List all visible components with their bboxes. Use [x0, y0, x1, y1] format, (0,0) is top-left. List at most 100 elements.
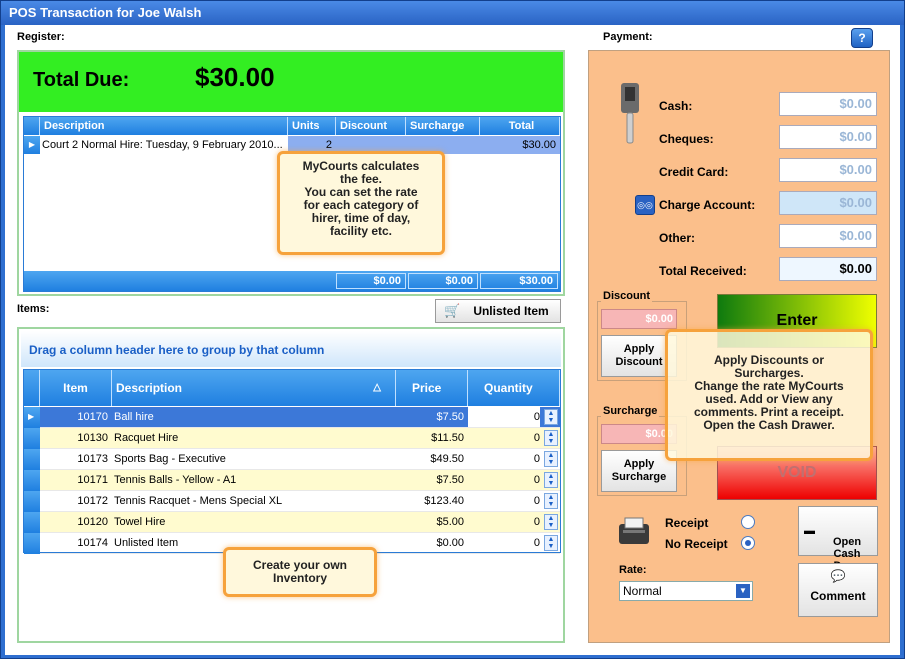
col-price[interactable]: Price [396, 370, 468, 406]
item-price: $123.40 [424, 495, 464, 507]
discount-amount-field[interactable]: $0.00 [601, 309, 677, 329]
unlisted-item-button[interactable]: 🛒 Unlisted Item [435, 299, 561, 323]
item-description: Racquet Hire [114, 432, 179, 444]
quantity-stepper[interactable]: ▲ ▼ [544, 514, 558, 530]
cheques-label: Cheques: [659, 132, 714, 146]
rate-label: Rate: [619, 564, 647, 576]
register-footer: $0.00 $0.00 $30.00 [24, 271, 560, 291]
comment-button[interactable]: 💬 Comment [798, 563, 878, 617]
table-row[interactable]: 10172 Tennis Racquet - Mens Special XL $… [24, 491, 560, 512]
sort-ascending-icon: △ [373, 382, 381, 393]
table-row[interactable]: 10171 Tennis Balls - Yellow - A1 $7.50 0… [24, 470, 560, 491]
item-description: Tennis Racquet - Mens Special XL [114, 495, 283, 507]
client-area: Register: Total Due: $30.00 Description … [5, 25, 900, 655]
binoculars-icon[interactable]: ◎◎ [635, 195, 655, 215]
item-price: $49.50 [430, 453, 464, 465]
item-code: 10120 [77, 516, 108, 528]
quantity-stepper[interactable]: ▲ ▼ [544, 430, 558, 446]
receipt-label: Receipt [665, 516, 709, 530]
item-quantity[interactable]: 0 [468, 470, 540, 490]
discounts-callout: Apply Discounts or Surcharges. Change th… [665, 329, 873, 461]
item-quantity[interactable]: 0 [468, 491, 540, 511]
table-row[interactable]: 10130 Racquet Hire $11.50 0 ▲ ▼ [24, 428, 560, 449]
total-due-label: Total Due: [33, 69, 130, 91]
col-total[interactable]: Total [480, 117, 560, 135]
card-reader-icon [617, 81, 643, 145]
surcharge-group-label: Surcharge [601, 405, 660, 417]
col-units[interactable]: Units [288, 117, 336, 135]
open-cash-draw-button[interactable]: ▬ Open Cash Draw [798, 506, 878, 572]
item-price: $5.00 [436, 516, 464, 528]
item-code: 10170 [77, 411, 108, 423]
group-by-bar[interactable]: Drag a column header here to group by th… [21, 331, 561, 367]
other-field[interactable]: $0.00 [779, 224, 877, 248]
charge-account-field[interactable]: $0.00 [779, 191, 877, 215]
item-quantity[interactable]: 0 [468, 512, 540, 532]
item-code: 10171 [77, 474, 108, 486]
row-description: Court 2 Normal Hire: Tuesday, 9 February… [42, 139, 283, 151]
item-description: Ball hire [114, 411, 154, 423]
receipt-radio[interactable] [741, 515, 755, 529]
rate-select[interactable]: Normal ▼ [619, 581, 753, 601]
charge-account-label: Charge Account: [659, 198, 756, 212]
quantity-stepper[interactable]: ▲ ▼ [544, 493, 558, 509]
unlisted-item-label: Unlisted Item [473, 304, 549, 318]
row-selector [24, 491, 40, 512]
row-pointer-icon: ▶ [24, 136, 40, 154]
rate-select-value: Normal [623, 584, 662, 598]
col-discount[interactable]: Discount [336, 117, 406, 135]
quantity-stepper[interactable]: ▲ ▼ [544, 451, 558, 467]
table-row[interactable]: ▶ 10170 Ball hire $7.50 0 ▲ ▼ [24, 407, 560, 428]
item-description: Tennis Balls - Yellow - A1 [114, 474, 237, 486]
pos-window: POS Transaction for Joe Walsh Register: … [0, 0, 905, 659]
col-description[interactable]: Description △ [112, 370, 396, 406]
items-label: Items: [17, 303, 50, 315]
item-description: Sports Bag - Executive [114, 453, 226, 465]
payment-label: Payment: [603, 31, 653, 43]
quantity-stepper[interactable]: ▲ ▼ [544, 472, 558, 488]
row-selector-header [24, 117, 40, 135]
speech-bubble-icon: 💬 [830, 569, 846, 583]
item-quantity[interactable]: 0 [468, 533, 540, 553]
window-title: POS Transaction for Joe Walsh [1, 1, 904, 25]
col-description-label: Description [116, 381, 183, 395]
item-code: 10173 [77, 453, 108, 465]
other-label: Other: [659, 231, 695, 245]
cart-icon: 🛒 [444, 303, 461, 318]
inventory-callout: Create your own Inventory [223, 547, 377, 597]
col-description[interactable]: Description [40, 117, 288, 135]
footer-discount: $0.00 [336, 273, 406, 289]
chevron-down-icon[interactable]: ▼ [736, 584, 750, 598]
col-item[interactable]: Item [40, 370, 112, 406]
discount-group-label: Discount [601, 290, 653, 302]
credit-card-field[interactable]: $0.00 [779, 158, 877, 182]
item-price: $0.00 [436, 537, 464, 549]
item-price: $7.50 [436, 411, 464, 423]
cash-label: Cash: [659, 99, 693, 113]
footer-total: $30.00 [480, 273, 558, 289]
table-row[interactable]: 10120 Towel Hire $5.00 0 ▲ ▼ [24, 512, 560, 533]
item-quantity[interactable]: 0 [468, 428, 540, 448]
row-selector [24, 512, 40, 533]
cheques-field[interactable]: $0.00 [779, 125, 877, 149]
item-price: $11.50 [431, 432, 464, 444]
total-received-label: Total Received: [659, 264, 747, 278]
item-quantity[interactable]: 0 [468, 407, 540, 427]
register-label: Register: [17, 31, 65, 43]
item-quantity[interactable]: 0 [468, 449, 540, 469]
quantity-stepper[interactable]: ▲ ▼ [544, 409, 558, 425]
quantity-stepper[interactable]: ▲ ▼ [544, 535, 558, 551]
col-surcharge[interactable]: Surcharge [406, 117, 480, 135]
no-receipt-label: No Receipt [665, 537, 728, 551]
help-icon[interactable]: ? [851, 28, 873, 48]
item-code: 10172 [77, 495, 108, 507]
fee-callout: MyCourts calculates the fee. You can set… [277, 151, 445, 255]
no-receipt-radio[interactable] [741, 536, 755, 550]
cash-field[interactable]: $0.00 [779, 92, 877, 116]
credit-card-label: Credit Card: [659, 165, 729, 179]
row-selector [24, 428, 40, 449]
printer-icon [617, 516, 651, 546]
col-quantity[interactable]: Quantity [468, 370, 560, 406]
table-row[interactable]: 10173 Sports Bag - Executive $49.50 0 ▲ ▼ [24, 449, 560, 470]
total-due-value: $30.00 [195, 62, 275, 92]
